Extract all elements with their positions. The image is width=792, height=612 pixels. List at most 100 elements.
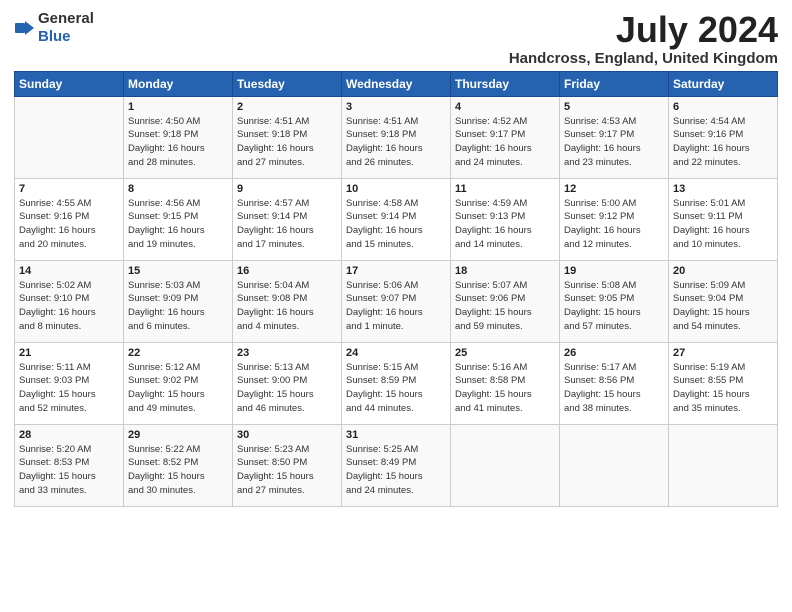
day-info: Sunrise: 5:23 AM Sunset: 8:50 PM Dayligh… <box>237 443 337 498</box>
day-cell: 27 Sunrise: 5:19 AM Sunset: 8:55 PM Dayli… <box>669 342 778 424</box>
day-number: 2 <box>237 101 337 113</box>
day-cell: 16Sunrise: 5:04 AM Sunset: 9:08 PM Dayli… <box>233 260 342 342</box>
day-info: Sunrise: 5:07 AM Sunset: 9:06 PM Dayligh… <box>455 279 555 334</box>
day-cell: 10 Sunrise: 4:58 AM Sunset: 9:14 PM Dayli… <box>342 178 451 260</box>
col-header-friday: Friday <box>560 71 669 96</box>
day-info: Sunrise: 5:15 AM Sunset: 8:59 PM Dayligh… <box>346 361 446 416</box>
day-number: 20 <box>673 265 773 277</box>
day-number: 31 <box>346 429 446 441</box>
day-number: 21 <box>19 347 119 359</box>
day-info: Sunrise: 4:58 AM Sunset: 9:14 PM Dayligh… <box>346 197 446 252</box>
day-info: Sunrise: 5:11 AM Sunset: 9:03 PM Dayligh… <box>19 361 119 416</box>
day-info: Sunrise: 5:19 AM Sunset: 8:55 PM Dayligh… <box>673 361 773 416</box>
day-info: Sunrise: 4:50 AM Sunset: 9:18 PM Dayligh… <box>128 115 228 170</box>
day-cell: 13 Sunrise: 5:01 AM Sunset: 9:11 PM Dayli… <box>669 178 778 260</box>
day-cell: 5 Sunrise: 4:53 AM Sunset: 9:17 PM Daylig… <box>560 96 669 178</box>
day-number: 22 <box>128 347 228 359</box>
day-info: Sunrise: 5:09 AM Sunset: 9:04 PM Dayligh… <box>673 279 773 334</box>
col-header-saturday: Saturday <box>669 71 778 96</box>
day-number: 5 <box>564 101 664 113</box>
day-cell: 31 Sunrise: 5:25 AM Sunset: 8:49 PM Dayli… <box>342 424 451 506</box>
day-info: Sunrise: 5:08 AM Sunset: 9:05 PM Dayligh… <box>564 279 664 334</box>
day-cell: 18Sunrise: 5:07 AM Sunset: 9:06 PM Dayli… <box>451 260 560 342</box>
day-number: 12 <box>564 183 664 195</box>
day-number: 11 <box>455 183 555 195</box>
day-number: 9 <box>237 183 337 195</box>
day-number: 27 <box>673 347 773 359</box>
day-number: 16 <box>237 265 337 277</box>
col-header-tuesday: Tuesday <box>233 71 342 96</box>
day-cell <box>451 424 560 506</box>
day-info: Sunrise: 5:25 AM Sunset: 8:49 PM Dayligh… <box>346 443 446 498</box>
month-title: July 2024 <box>509 10 778 50</box>
week-row-2: 7Sunrise: 4:55 AM Sunset: 9:16 PM Daylig… <box>15 178 778 260</box>
week-row-5: 28 Sunrise: 5:20 AM Sunset: 8:53 PM Dayli… <box>15 424 778 506</box>
day-cell: 26 Sunrise: 5:17 AM Sunset: 8:56 PM Dayli… <box>560 342 669 424</box>
day-number: 10 <box>346 183 446 195</box>
day-cell: 20 Sunrise: 5:09 AM Sunset: 9:04 PM Dayli… <box>669 260 778 342</box>
day-info: Sunrise: 5:12 AM Sunset: 9:02 PM Dayligh… <box>128 361 228 416</box>
day-info: Sunrise: 4:53 AM Sunset: 9:17 PM Dayligh… <box>564 115 664 170</box>
logo: General Blue <box>14 10 94 46</box>
day-info: Sunrise: 4:57 AM Sunset: 9:14 PM Dayligh… <box>237 197 337 252</box>
title-block: July 2024 Handcross, England, United Kin… <box>509 10 778 67</box>
col-header-thursday: Thursday <box>451 71 560 96</box>
day-cell: 17 Sunrise: 5:06 AM Sunset: 9:07 PM Dayli… <box>342 260 451 342</box>
day-cell: 2Sunrise: 4:51 AM Sunset: 9:18 PM Daylig… <box>233 96 342 178</box>
day-cell <box>560 424 669 506</box>
day-info: Sunrise: 5:22 AM Sunset: 8:52 PM Dayligh… <box>128 443 228 498</box>
day-cell <box>669 424 778 506</box>
day-number: 4 <box>455 101 555 113</box>
day-cell: 21 Sunrise: 5:11 AM Sunset: 9:03 PM Dayli… <box>15 342 124 424</box>
day-info: Sunrise: 5:01 AM Sunset: 9:11 PM Dayligh… <box>673 197 773 252</box>
day-number: 15 <box>128 265 228 277</box>
col-header-sunday: Sunday <box>15 71 124 96</box>
day-cell: 19 Sunrise: 5:08 AM Sunset: 9:05 PM Dayli… <box>560 260 669 342</box>
day-cell: 28 Sunrise: 5:20 AM Sunset: 8:53 PM Dayli… <box>15 424 124 506</box>
day-number: 26 <box>564 347 664 359</box>
day-cell: 7Sunrise: 4:55 AM Sunset: 9:16 PM Daylig… <box>15 178 124 260</box>
day-cell: 25 Sunrise: 5:16 AM Sunset: 8:58 PM Dayli… <box>451 342 560 424</box>
logo-blue: Blue <box>38 28 71 45</box>
day-info: Sunrise: 5:03 AM Sunset: 9:09 PM Dayligh… <box>128 279 228 334</box>
day-info: Sunrise: 5:17 AM Sunset: 8:56 PM Dayligh… <box>564 361 664 416</box>
calendar-table: SundayMondayTuesdayWednesdayThursdayFrid… <box>14 71 778 507</box>
day-cell: 9 Sunrise: 4:57 AM Sunset: 9:14 PM Daylig… <box>233 178 342 260</box>
day-cell: 30Sunrise: 5:23 AM Sunset: 8:50 PM Dayli… <box>233 424 342 506</box>
day-info: Sunrise: 5:16 AM Sunset: 8:58 PM Dayligh… <box>455 361 555 416</box>
day-number: 23 <box>237 347 337 359</box>
header: General Blue July 2024 Handcross, Englan… <box>14 10 778 67</box>
day-cell: 1 Sunrise: 4:50 AM Sunset: 9:18 PM Daylig… <box>124 96 233 178</box>
week-row-1: 1 Sunrise: 4:50 AM Sunset: 9:18 PM Daylig… <box>15 96 778 178</box>
day-info: Sunrise: 5:06 AM Sunset: 9:07 PM Dayligh… <box>346 279 446 334</box>
day-info: Sunrise: 5:20 AM Sunset: 8:53 PM Dayligh… <box>19 443 119 498</box>
day-cell <box>15 96 124 178</box>
day-info: Sunrise: 4:55 AM Sunset: 9:16 PM Dayligh… <box>19 197 119 252</box>
day-number: 1 <box>128 101 228 113</box>
day-info: Sunrise: 4:52 AM Sunset: 9:17 PM Dayligh… <box>455 115 555 170</box>
day-cell: 23 Sunrise: 5:13 AM Sunset: 9:00 PM Dayli… <box>233 342 342 424</box>
day-cell: 12 Sunrise: 5:00 AM Sunset: 9:12 PM Dayli… <box>560 178 669 260</box>
day-number: 25 <box>455 347 555 359</box>
day-number: 19 <box>564 265 664 277</box>
day-number: 17 <box>346 265 446 277</box>
location-title: Handcross, England, United Kingdom <box>509 50 778 67</box>
day-info: Sunrise: 4:54 AM Sunset: 9:16 PM Dayligh… <box>673 115 773 170</box>
day-cell: 6 Sunrise: 4:54 AM Sunset: 9:16 PM Daylig… <box>669 96 778 178</box>
day-info: Sunrise: 4:56 AM Sunset: 9:15 PM Dayligh… <box>128 197 228 252</box>
day-number: 14 <box>19 265 119 277</box>
day-number: 29 <box>128 429 228 441</box>
day-cell: 24 Sunrise: 5:15 AM Sunset: 8:59 PM Dayli… <box>342 342 451 424</box>
col-header-wednesday: Wednesday <box>342 71 451 96</box>
day-cell: 22 Sunrise: 5:12 AM Sunset: 9:02 PM Dayli… <box>124 342 233 424</box>
logo-icon <box>14 17 36 39</box>
day-cell: 11Sunrise: 4:59 AM Sunset: 9:13 PM Dayli… <box>451 178 560 260</box>
day-info: Sunrise: 5:13 AM Sunset: 9:00 PM Dayligh… <box>237 361 337 416</box>
day-number: 24 <box>346 347 446 359</box>
day-info: Sunrise: 5:00 AM Sunset: 9:12 PM Dayligh… <box>564 197 664 252</box>
day-number: 28 <box>19 429 119 441</box>
week-row-3: 14Sunrise: 5:02 AM Sunset: 9:10 PM Dayli… <box>15 260 778 342</box>
day-number: 13 <box>673 183 773 195</box>
week-row-4: 21 Sunrise: 5:11 AM Sunset: 9:03 PM Dayli… <box>15 342 778 424</box>
day-number: 6 <box>673 101 773 113</box>
